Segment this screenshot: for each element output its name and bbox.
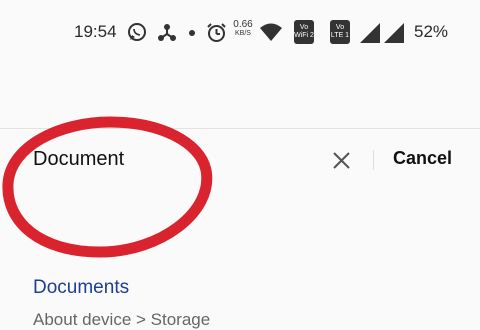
result-title: Documents: [33, 277, 130, 298]
signal-2-icon: [384, 23, 404, 43]
share-icon: [158, 24, 176, 41]
vowifi-top: Vo: [299, 24, 309, 31]
whatsapp-icon: [128, 23, 146, 41]
status-time: 19:54: [74, 22, 117, 41]
alarm-icon: [207, 23, 226, 42]
search-bar: Document Cancel: [0, 64, 480, 170]
volte-bottom: LTE 1: [330, 32, 350, 39]
net-speed-value: 0.66: [233, 19, 253, 30]
signal-1-icon: [360, 23, 380, 43]
search-result-item[interactable]: Documents About device > Storage: [0, 129, 480, 329]
net-speed-unit: KB/S: [235, 30, 251, 37]
net-speed: 0.66 KB/S: [230, 20, 256, 38]
status-bar: 19:54 0.66 KB/S Vo WiFi 2 Vo LTE 1 52%: [0, 0, 480, 64]
vowifi-badge: Vo WiFi 2: [294, 20, 314, 44]
vowifi-bottom: WiFi 2: [294, 32, 314, 39]
result-path: About device > Storage: [33, 310, 211, 329]
volte-top: Vo: [335, 24, 345, 31]
wifi-icon: [260, 23, 282, 41]
battery-level: 52%: [414, 22, 449, 41]
volte-badge: Vo LTE 1: [330, 20, 350, 44]
notification-dot-icon: [189, 30, 195, 36]
